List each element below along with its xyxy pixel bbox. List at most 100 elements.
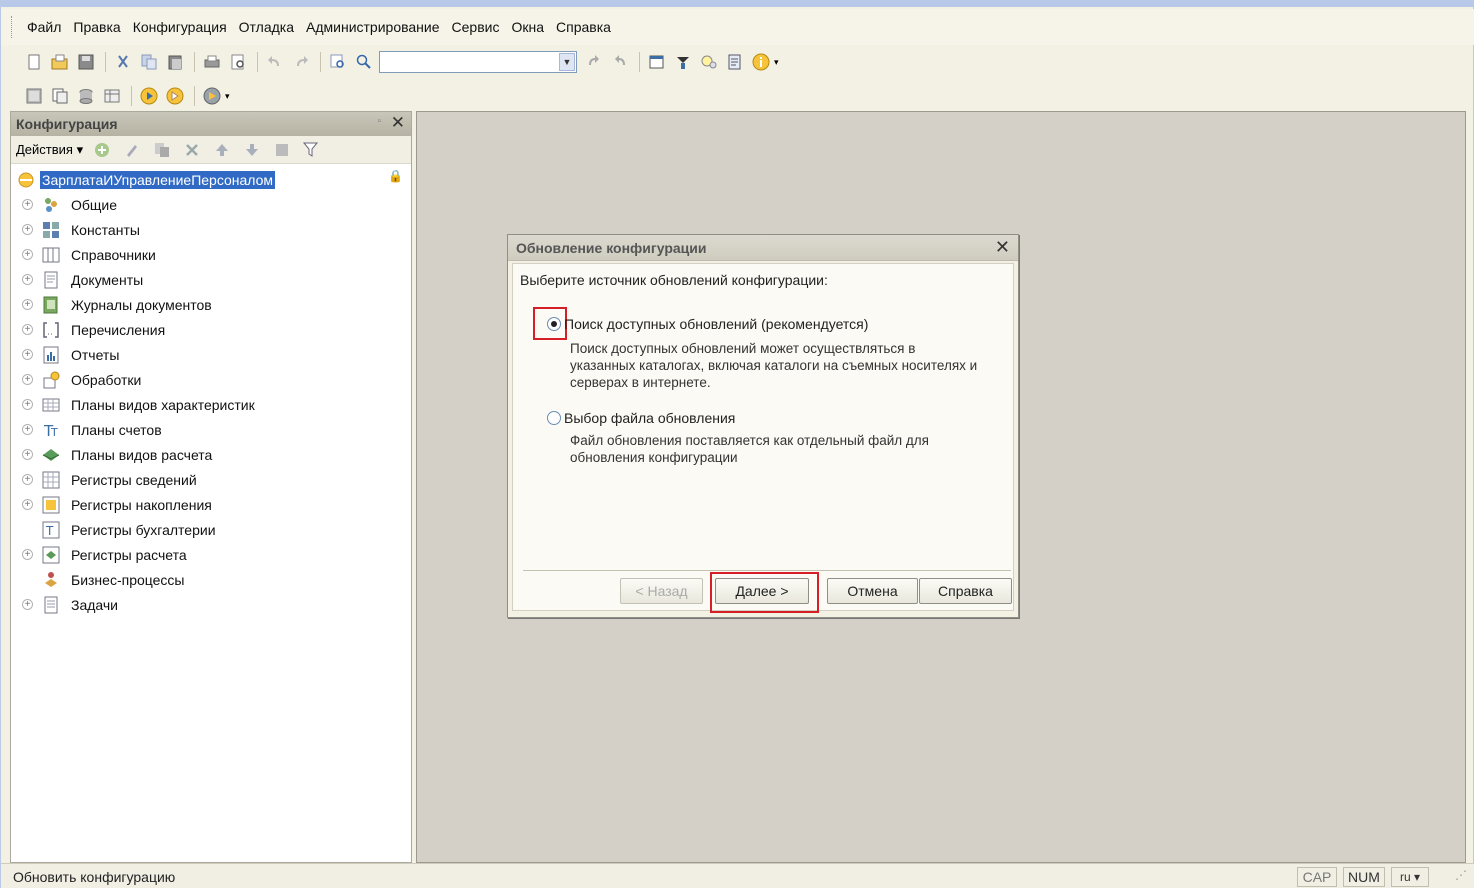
- tree-item[interactable]: + Отчеты: [11, 342, 411, 367]
- tree-item-label[interactable]: Планы видов характеристик: [71, 397, 255, 413]
- debug-options-icon[interactable]: [201, 85, 223, 107]
- tree-item-label[interactable]: Общие: [71, 197, 117, 213]
- tree-item[interactable]: + Перечисления: [11, 317, 411, 342]
- menu-edit[interactable]: Правка: [67, 19, 126, 35]
- tree-item-label[interactable]: Регистры бухгалтерии: [71, 522, 216, 538]
- expand-icon[interactable]: +: [22, 599, 33, 610]
- menu-debug[interactable]: Отладка: [233, 19, 300, 35]
- search-combo-input[interactable]: ▼: [379, 51, 577, 73]
- menu-file[interactable]: Файл: [21, 19, 67, 35]
- resize-grip-icon[interactable]: ⋰: [1455, 868, 1467, 882]
- sort-icon[interactable]: [271, 140, 293, 160]
- tree-item-label[interactable]: Бизнес-процессы: [71, 572, 184, 588]
- menu-administration[interactable]: Администрирование: [300, 19, 446, 35]
- menu-service[interactable]: Сервис: [446, 19, 506, 35]
- run-enterprise-icon[interactable]: [164, 85, 186, 107]
- paste-icon[interactable]: [164, 51, 186, 73]
- move-down-icon[interactable]: [241, 140, 263, 160]
- radio-select-file[interactable]: [547, 411, 561, 425]
- back-button[interactable]: < Назад: [620, 578, 703, 604]
- copy-icon[interactable]: [138, 51, 160, 73]
- database-icon[interactable]: [75, 85, 97, 107]
- tree-item-label[interactable]: Регистры сведений: [71, 472, 197, 488]
- next-button[interactable]: Далее >: [715, 578, 809, 604]
- help-button[interactable]: Справка: [919, 578, 1012, 604]
- toolbar-overflow-icon[interactable]: ▾: [225, 91, 230, 102]
- menu-help[interactable]: Справка: [550, 19, 617, 35]
- menu-grip[interactable]: [11, 16, 13, 38]
- tree-item[interactable]: + Документы: [11, 267, 411, 292]
- tree-item-label[interactable]: Справочники: [71, 247, 156, 263]
- edit-icon[interactable]: [121, 140, 143, 160]
- copy-item-icon[interactable]: [151, 140, 173, 160]
- config-window-icon[interactable]: [23, 85, 45, 107]
- tree-item-label[interactable]: Константы: [71, 222, 140, 238]
- window-icon[interactable]: [646, 51, 668, 73]
- save-icon[interactable]: [75, 51, 97, 73]
- tree-item[interactable]: + Планы видов характеристик: [11, 392, 411, 417]
- cancel-button[interactable]: Отмена: [827, 578, 918, 604]
- tree-item-label[interactable]: Задачи: [71, 597, 118, 613]
- open-icon[interactable]: [49, 51, 71, 73]
- expand-icon[interactable]: +: [22, 374, 33, 385]
- tree-item-label[interactable]: Планы счетов: [71, 422, 162, 438]
- print-icon[interactable]: [201, 51, 223, 73]
- tips-icon[interactable]: [698, 51, 720, 73]
- expand-icon[interactable]: +: [22, 474, 33, 485]
- tree-item[interactable]: T Регистры бухгалтерии: [11, 517, 411, 542]
- tree-item[interactable]: + Справочники: [11, 242, 411, 267]
- expand-icon[interactable]: +: [22, 274, 33, 285]
- option-select-file-label[interactable]: Выбор файла обновления: [564, 410, 735, 426]
- tree-item-label[interactable]: Планы видов расчета: [71, 447, 212, 463]
- tree-item-label[interactable]: Регистры накопления: [71, 497, 212, 513]
- table-icon[interactable]: [101, 85, 123, 107]
- cut-icon[interactable]: [112, 51, 134, 73]
- expand-icon[interactable]: +: [22, 449, 33, 460]
- tree-root-row[interactable]: ЗарплатаИУправлениеПерсоналом 🔒: [11, 167, 411, 192]
- delete-icon[interactable]: [181, 140, 203, 160]
- syntax-assistant-icon[interactable]: [672, 51, 694, 73]
- close-icon[interactable]: ✕: [391, 113, 405, 133]
- add-icon[interactable]: [91, 140, 113, 160]
- tree-item-label[interactable]: Перечисления: [71, 322, 165, 338]
- tree-item[interactable]: + T T Планы счетов: [11, 417, 411, 442]
- expand-icon[interactable]: +: [22, 499, 33, 510]
- menu-windows[interactable]: Окна: [505, 19, 550, 35]
- tree-item[interactable]: Бизнес-процессы: [11, 567, 411, 592]
- redo-icon[interactable]: [290, 51, 312, 73]
- tree-item[interactable]: + Задачи: [11, 592, 411, 617]
- tree-item-label[interactable]: Обработки: [71, 372, 141, 388]
- move-up-icon[interactable]: [211, 140, 233, 160]
- tree-item[interactable]: + Константы: [11, 217, 411, 242]
- toolbar-overflow-icon[interactable]: ▾: [774, 57, 779, 68]
- tree-item-label[interactable]: Журналы документов: [71, 297, 212, 313]
- find-in-tree-icon[interactable]: [327, 51, 349, 73]
- expand-icon[interactable]: +: [22, 249, 33, 260]
- close-icon[interactable]: ✕: [995, 237, 1010, 258]
- tree-root-label[interactable]: ЗарплатаИУправлениеПерсоналом: [40, 170, 276, 189]
- option-search-updates-label[interactable]: Поиск доступных обновлений (рекомендуетс…: [564, 316, 868, 332]
- find-prev-icon[interactable]: [609, 51, 631, 73]
- print-preview-icon[interactable]: [227, 51, 249, 73]
- undo-icon[interactable]: [264, 51, 286, 73]
- tree-item[interactable]: + Общие: [11, 192, 411, 217]
- tree-item-label[interactable]: Документы: [71, 272, 143, 288]
- expand-icon[interactable]: +: [22, 549, 33, 560]
- tree-item[interactable]: + Регистры расчета: [11, 542, 411, 567]
- expand-icon[interactable]: +: [22, 424, 33, 435]
- menu-configuration[interactable]: Конфигурация: [127, 19, 233, 35]
- tree-item[interactable]: + Регистры накопления: [11, 492, 411, 517]
- help-contents-icon[interactable]: [724, 51, 746, 73]
- expand-icon[interactable]: +: [22, 299, 33, 310]
- find-next-icon[interactable]: [583, 51, 605, 73]
- combo-dropdown-icon[interactable]: ▼: [559, 53, 575, 71]
- tree-item[interactable]: + Обработки: [11, 367, 411, 392]
- pin-icon[interactable]: ▫: [377, 116, 381, 127]
- tree-item[interactable]: + Регистры сведений: [11, 467, 411, 492]
- expand-icon[interactable]: +: [22, 349, 33, 360]
- start-debug-icon[interactable]: [138, 85, 160, 107]
- tree-item-label[interactable]: Регистры расчета: [71, 547, 187, 563]
- expand-icon[interactable]: +: [22, 224, 33, 235]
- option-search-updates[interactable]: Поиск доступных обновлений (рекомендуетс…: [547, 316, 868, 332]
- tree-item-label[interactable]: Отчеты: [71, 347, 119, 363]
